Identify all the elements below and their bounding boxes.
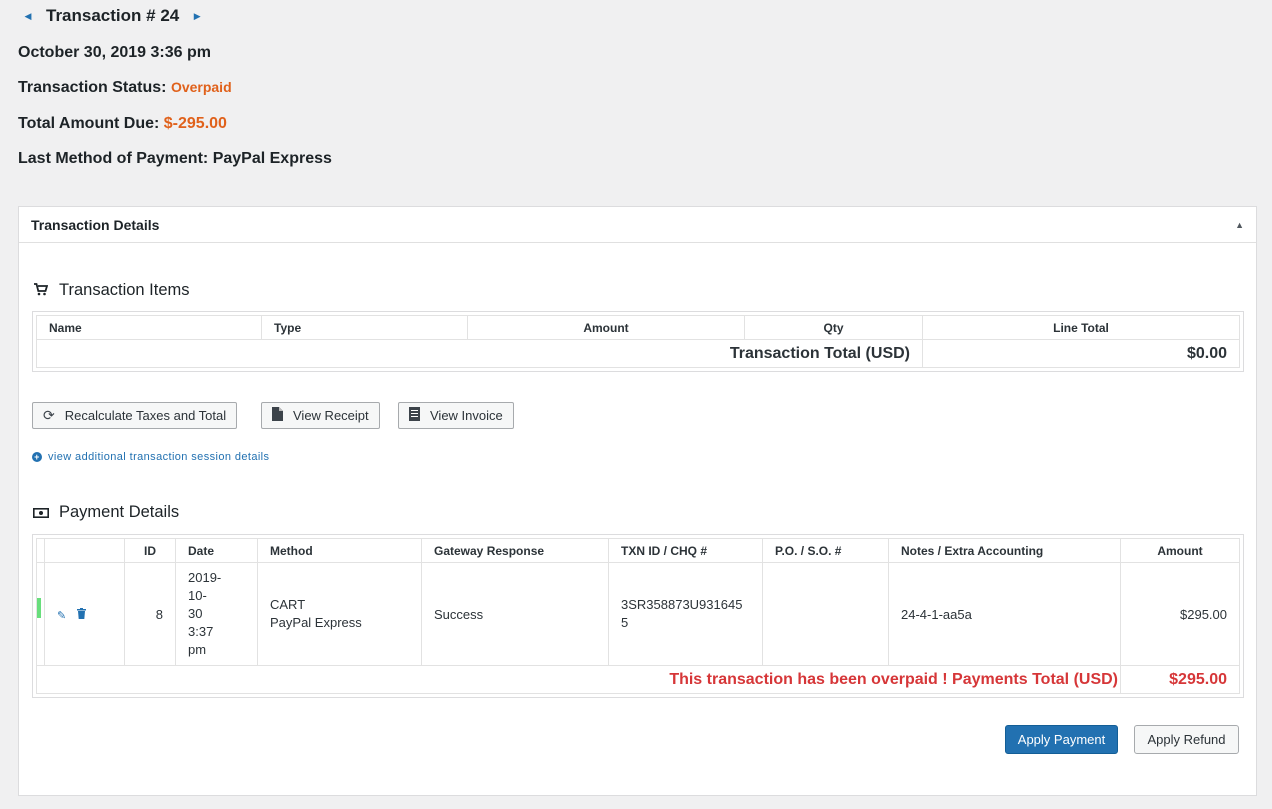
col-po: P.O. / S.O. # [762, 538, 889, 563]
payment-heading-text: Payment Details [59, 503, 180, 521]
status-label: Transaction Status: [18, 79, 167, 96]
transaction-status: Transaction Status: Overpaid [18, 79, 232, 97]
col-txn: TXN ID / CHQ # [608, 538, 763, 563]
prev-transaction-icon[interactable]: ◀ [18, 11, 38, 22]
additional-details-link[interactable]: + view additional transaction session de… [32, 451, 269, 463]
invoice-icon [409, 407, 420, 424]
recalculate-label: Recalculate Taxes and Total [64, 408, 227, 423]
view-receipt-button[interactable]: View Receipt [261, 402, 380, 429]
panel-header[interactable]: Transaction Details ▲ [19, 207, 1256, 243]
due-value: $-295.00 [163, 115, 227, 132]
method-label: Last Method of Payment: [18, 150, 209, 167]
transaction-date: October 30, 2019 3:36 pm [18, 44, 211, 61]
next-transaction-icon[interactable]: ▶ [187, 11, 207, 22]
transaction-details-panel: Transaction Details ▲ Transaction Items … [18, 206, 1257, 796]
due-label: Total Amount Due: [18, 115, 160, 132]
view-invoice-label: View Invoice [430, 408, 503, 423]
items-heading-text: Transaction Items [59, 281, 190, 299]
col-date: Date [175, 538, 258, 563]
transaction-total-row: Transaction Total (USD) $0.00 [36, 339, 1240, 368]
transaction-items-table: Name Type Amount Qty Line Total Transact… [32, 311, 1244, 372]
table-row: ✎ 8 2019- 10- 30 3:37 pm CART PayPal Exp… [36, 562, 1240, 666]
col-amount: Amount [467, 315, 745, 340]
payment-method-name: PayPal Express [270, 615, 362, 630]
view-invoice-button[interactable]: View Invoice [398, 402, 514, 429]
payments-total-value: $295.00 [1120, 665, 1240, 694]
refresh-icon: ⟳ [43, 407, 55, 423]
payment-notes: 24-4-1-aa5a [888, 562, 1121, 666]
status-indicator [37, 598, 41, 618]
additional-details-text: view additional transaction session deta… [48, 451, 270, 463]
gateway-response: Success [421, 562, 609, 666]
page-title: Transaction # 24 [46, 6, 180, 25]
method-value: PayPal Express [212, 150, 332, 167]
status-badge: Overpaid [170, 79, 232, 95]
col-qty: Qty [744, 315, 923, 340]
collapse-icon[interactable]: ▲ [1235, 220, 1244, 230]
payment-details-table: ID Date Method Gateway Response TXN ID /… [32, 534, 1244, 698]
col-line-total: Line Total [922, 315, 1240, 340]
col-type: Type [261, 315, 468, 340]
recalculate-button[interactable]: ⟳ Recalculate Taxes and Total [32, 402, 238, 429]
payment-id: 8 [124, 562, 176, 666]
view-receipt-label: View Receipt [293, 408, 369, 423]
payments-total-row: This transaction has been overpaid ! Pay… [36, 665, 1240, 694]
col-gateway: Gateway Response [421, 538, 609, 563]
transaction-items-heading: Transaction Items [33, 281, 190, 300]
col-payment-amount: Amount [1120, 538, 1240, 563]
overpaid-message: This transaction has been overpaid ! Pay… [36, 665, 1121, 694]
col-notes: Notes / Extra Accounting [888, 538, 1121, 563]
plus-circle-icon: + [32, 452, 42, 462]
transaction-nav: ◀ Transaction # 24 ▶ [18, 6, 207, 26]
apply-refund-button[interactable]: Apply Refund [1134, 725, 1239, 754]
last-payment-method: Last Method of Payment: PayPal Express [18, 150, 332, 168]
payment-date: 2019- 10- 30 3:37 pm [175, 562, 258, 666]
transaction-total-value: $0.00 [922, 339, 1240, 368]
cart-icon [33, 282, 49, 299]
po-number [762, 562, 889, 666]
edit-pencil-icon[interactable]: ✎ [57, 610, 66, 622]
col-id: ID [124, 538, 176, 563]
payment-amount: $295.00 [1120, 562, 1240, 666]
payment-details-heading: Payment Details [33, 503, 179, 522]
txn-id: 3SR358873U931645 5 [608, 562, 763, 666]
col-name: Name [36, 315, 262, 340]
document-icon [272, 407, 283, 424]
col-method: Method [257, 538, 422, 563]
trash-icon[interactable] [74, 607, 87, 622]
total-amount-due: Total Amount Due: $-295.00 [18, 115, 227, 133]
transaction-total-label: Transaction Total (USD) [36, 339, 923, 368]
apply-payment-button[interactable]: Apply Payment [1005, 725, 1118, 754]
panel-title: Transaction Details [31, 216, 160, 233]
payment-method-type: CART [270, 597, 306, 612]
money-icon [33, 505, 49, 521]
